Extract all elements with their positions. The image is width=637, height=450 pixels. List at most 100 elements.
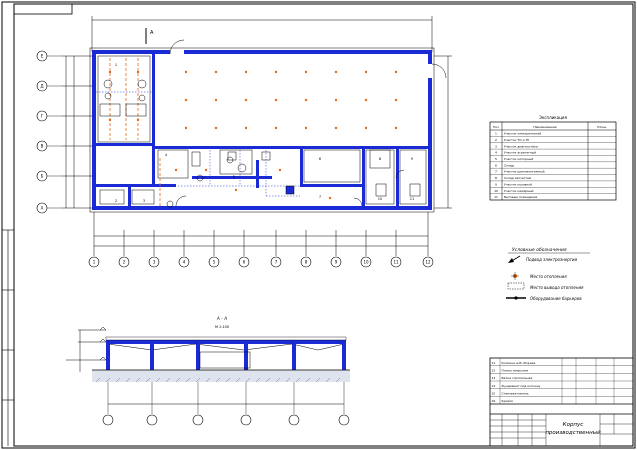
spec-cell: 16 xyxy=(492,399,496,403)
roof-beams xyxy=(107,343,345,351)
room-number: 10 xyxy=(378,197,382,201)
spec-cell: 11 xyxy=(492,361,496,365)
drawing-sheet: А 1 2 3 4 5 6 7 8 9 10 11 Е Д Г В Б А 1 … xyxy=(1,1,636,449)
title-block: 11 Колонна ж/б сборная 12 Плиты покрытия 13 Б… xyxy=(489,357,634,447)
spec-cell: Фундамент под колонну xyxy=(502,384,541,388)
section-mark-label: А xyxy=(150,30,154,36)
spec-cell: Балка стропильная xyxy=(502,376,533,380)
room-number: 6 xyxy=(319,157,321,161)
axis-left: Е Д Г В Б А xyxy=(36,50,62,214)
equipment xyxy=(99,103,421,197)
axis-label: 4 xyxy=(183,260,186,265)
drawing-subtitle: производственный xyxy=(545,430,601,436)
explication-name: Участок шиномонтажный xyxy=(504,170,545,174)
left-margin-strip xyxy=(2,229,14,446)
roof-slab xyxy=(106,340,346,344)
explication-name: Участок малярный xyxy=(504,189,533,193)
axis-label: 10 xyxy=(363,260,369,265)
wall-outlines xyxy=(89,47,435,213)
section-room xyxy=(199,351,251,369)
section-view: А – А М 1:100 xyxy=(66,316,350,426)
axis-label: Б xyxy=(41,174,44,179)
top-dimension xyxy=(91,16,433,52)
explication-header: Площ. xyxy=(597,125,607,129)
room-number: 7 xyxy=(319,195,321,199)
explication-name: Участок агрегатный xyxy=(504,151,536,155)
legend-electric: Подвод электроэнергии xyxy=(508,255,578,263)
explication-pos: 5 xyxy=(495,157,497,161)
axis-label: 11 xyxy=(393,260,399,265)
explication-name: Участок электрический xyxy=(504,132,541,136)
room-number: 11 xyxy=(410,197,414,201)
room-number: 8 xyxy=(379,157,381,161)
explication-pos: 7 xyxy=(495,170,497,174)
explication-name: Склад запчастей xyxy=(504,176,531,180)
axis-label: 5 xyxy=(213,260,216,265)
axis-label: 6 xyxy=(243,260,246,265)
left-dimensions xyxy=(62,55,92,209)
spec-cell: Плиты покрытия xyxy=(502,369,529,373)
legend-barrier: Оборудование барьеров xyxy=(506,296,582,301)
axis-bottom: 1 2 3 4 5 6 7 8 9 10 11 12 xyxy=(88,256,434,268)
spec-cell: 15 xyxy=(492,392,496,396)
section-scale: М 1:100 xyxy=(215,325,230,329)
top-stamp xyxy=(13,3,73,15)
explication-title: Экспликация xyxy=(539,115,567,120)
axis-label: А xyxy=(41,206,44,211)
explication-name: Участок моторный xyxy=(504,157,533,161)
spec-cell: Стеновая панель xyxy=(502,392,529,396)
spec-cell: 12 xyxy=(492,369,496,373)
legend-title: Условные обозначения xyxy=(512,247,567,253)
legend-heating: Место отопления xyxy=(511,272,567,280)
room-number: 2 xyxy=(115,199,117,203)
axis-label: Д xyxy=(40,84,43,89)
drawing-title: Корпус xyxy=(563,422,584,428)
explication-pos: 4 xyxy=(495,151,497,155)
specification-rows: 11 Колонна ж/б сборная 12 Плиты покрытия 13 Б… xyxy=(490,358,633,404)
explication-header: Наименование xyxy=(533,125,556,129)
room-number: 1 xyxy=(115,63,117,67)
axis-label: 8 xyxy=(305,260,308,265)
room-number: 4 xyxy=(165,153,168,157)
axis-label: 7 xyxy=(275,260,278,265)
explication-pos: 3 xyxy=(495,144,497,148)
section-title: А – А xyxy=(216,316,227,321)
room-number: 9 xyxy=(411,157,413,161)
explication-pos: 10 xyxy=(494,189,498,193)
explication-name: Участок кузовной xyxy=(504,182,532,186)
explication-pos: 8 xyxy=(495,176,497,180)
explication-pos: 11 xyxy=(494,195,498,199)
legend-item-label: Оборудование барьеров xyxy=(530,296,582,301)
explication-pos: 6 xyxy=(495,163,497,167)
room-number: 3 xyxy=(143,199,145,203)
explication-rows: 1 Участок электрический 2 Участок ТО и ТР 3 У… xyxy=(490,132,616,199)
axis-label: 9 xyxy=(335,260,338,265)
ground xyxy=(92,369,350,383)
spec-cell: 14 xyxy=(492,384,496,388)
legend-item-label: Подвод электроэнергии xyxy=(526,257,578,262)
right-dimension xyxy=(434,55,452,209)
axis-label: 12 xyxy=(425,260,431,265)
legend-item-label: Место отопления xyxy=(530,274,567,279)
explication-name: Участок ТО и ТР xyxy=(504,138,529,142)
axis-label: В xyxy=(41,144,44,149)
level-marks xyxy=(66,326,107,372)
spec-cell: 13 xyxy=(492,376,496,380)
axis-label: 3 xyxy=(153,260,156,265)
explication-pos: 1 xyxy=(495,132,497,136)
room-numbers: 1 2 3 4 5 6 7 8 9 10 11 xyxy=(115,63,414,203)
bottom-dimensions xyxy=(93,212,429,256)
internal-walls xyxy=(96,54,428,206)
explication-table: Экспликация Поз Наименование Площ. 1 Учас… xyxy=(489,115,617,201)
legend-item-label: Место вывода отопления xyxy=(530,285,584,290)
axis-label: 2 xyxy=(123,260,126,265)
axis-label: 1 xyxy=(93,260,96,265)
explication-pos: 9 xyxy=(495,182,497,186)
legend-heating-out: Место вывода отопления xyxy=(507,282,584,290)
section-mark-top: А xyxy=(145,28,154,44)
explication-name: Склад xyxy=(504,163,514,167)
doors xyxy=(169,39,447,207)
legend: Условные обозначения Подвод электроэнерг… xyxy=(506,247,590,301)
section-axes xyxy=(102,382,350,426)
explication-header: Поз xyxy=(493,125,499,129)
